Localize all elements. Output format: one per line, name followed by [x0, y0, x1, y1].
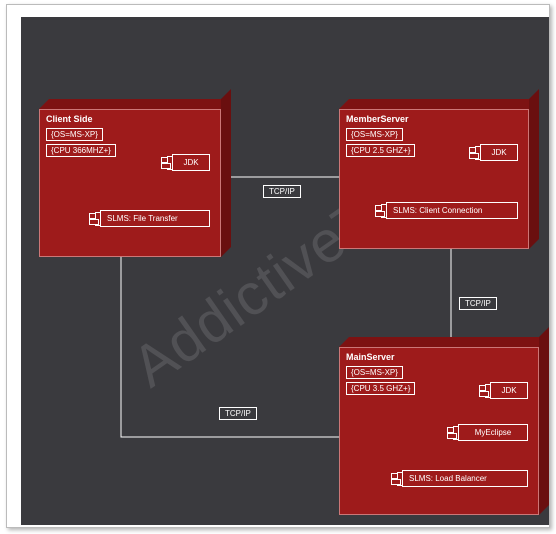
tag-cpu: {CPU 2.5 GHZ+}: [346, 144, 415, 157]
node-client-side[interactable]: Client Side {OS=MS-XP} {CPU 366MHZ+} JDK…: [39, 99, 221, 257]
tag-os: {OS=MS-XP}: [346, 128, 403, 141]
tag-os: {OS=MS-XP}: [346, 366, 403, 379]
component-slms-load-balancer[interactable]: SLMS: Load Balancer: [402, 470, 528, 487]
component-jdk[interactable]: JDK: [172, 154, 210, 171]
node-title: Client Side: [46, 114, 93, 124]
component-label: SLMS: Client Connection: [393, 206, 482, 215]
component-label: JDK: [183, 158, 198, 167]
connection-label-client-member: TCP/IP: [263, 185, 301, 198]
component-jdk[interactable]: JDK: [490, 382, 528, 399]
component-jdk[interactable]: JDK: [480, 144, 518, 161]
tag-os: {OS=MS-XP}: [46, 128, 103, 141]
component-label: JDK: [501, 386, 516, 395]
node-member-server[interactable]: MemberServer {OS=MS-XP} {CPU 2.5 GHZ+} J…: [339, 99, 529, 249]
component-label: SLMS: Load Balancer: [409, 474, 487, 483]
node-title: MainServer: [346, 352, 395, 362]
tag-cpu: {CPU 366MHZ+}: [46, 144, 116, 157]
component-label: JDK: [491, 148, 506, 157]
component-slms-client-connection[interactable]: SLMS: Client Connection: [386, 202, 518, 219]
connection-label-member-main: TCP/IP: [459, 297, 497, 310]
component-myeclipse[interactable]: MyEclipse: [458, 424, 528, 441]
connection-label-client-main: TCP/IP: [219, 407, 257, 420]
component-label: SLMS: File Transfer: [107, 214, 178, 223]
diagram-canvas: AddictiveTips Client Side {OS=MS-XP} {CP…: [21, 17, 549, 525]
tag-cpu: {CPU 3.5 GHZ+}: [346, 382, 415, 395]
component-label: MyEclipse: [475, 428, 511, 437]
node-main-server[interactable]: MainServer {OS=MS-XP} {CPU 3.5 GHZ+} JDK…: [339, 337, 539, 515]
component-slms-file-transfer[interactable]: SLMS: File Transfer: [100, 210, 210, 227]
page-frame: AddictiveTips Client Side {OS=MS-XP} {CP…: [6, 4, 550, 528]
node-title: MemberServer: [346, 114, 409, 124]
